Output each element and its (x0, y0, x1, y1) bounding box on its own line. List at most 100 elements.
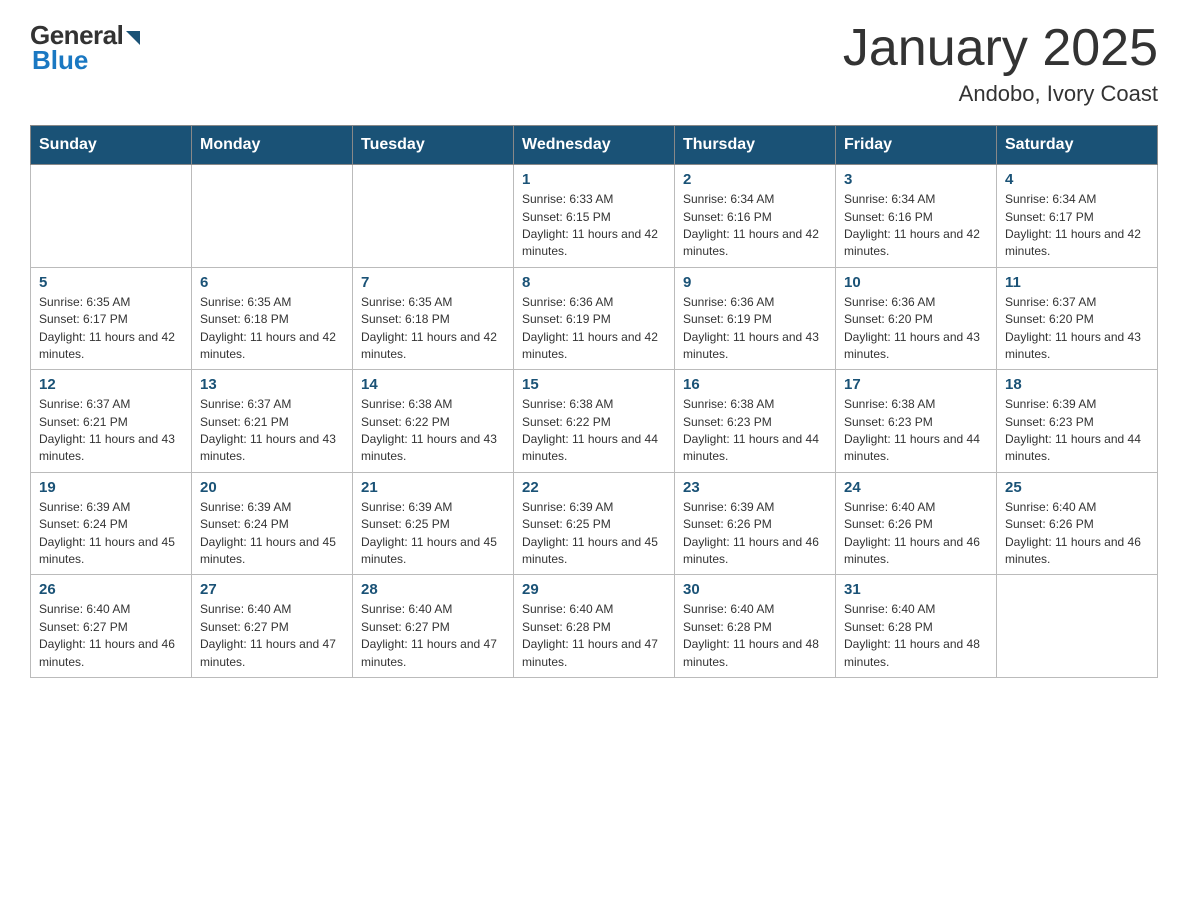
day-number: 8 (522, 274, 666, 291)
calendar-cell: 6Sunrise: 6:35 AMSunset: 6:18 PMDaylight… (192, 267, 353, 370)
day-number: 26 (39, 581, 183, 598)
day-number: 30 (683, 581, 827, 598)
title-area: January 2025 Andobo, Ivory Coast (843, 20, 1158, 107)
day-info: Sunrise: 6:39 AMSunset: 6:26 PMDaylight:… (683, 499, 827, 569)
day-number: 15 (522, 376, 666, 393)
day-number: 27 (200, 581, 344, 598)
calendar-cell (353, 165, 514, 268)
calendar-cell: 30 Sunrise: 6:40 AMSunset: 6:28 PMDayligh… (675, 575, 836, 678)
day-info: Sunrise: 6:36 AMSunset: 6:19 PMDaylight:… (522, 294, 666, 364)
day-number: 13 (200, 376, 344, 393)
day-info: Sunrise: 6:40 AMSunset: 6:26 PMDaylight:… (1005, 499, 1149, 569)
day-info: Sunrise: 6:37 AMSunset: 6:20 PMDaylight:… (1005, 294, 1149, 364)
month-title: January 2025 (843, 20, 1158, 77)
calendar-cell: 3 Sunrise: 6:34 AMSunset: 6:16 PMDaylight… (836, 165, 997, 268)
day-info: Sunrise: 6:39 AMSunset: 6:23 PMDaylight:… (1005, 396, 1149, 466)
calendar-cell: 29 Sunrise: 6:40 AMSunset: 6:28 PMDayligh… (514, 575, 675, 678)
day-number: 10 (844, 274, 988, 291)
day-number: 5 (39, 274, 183, 291)
day-number: 29 (522, 581, 666, 598)
day-info: Sunrise: 6:38 AMSunset: 6:23 PMDaylight:… (844, 396, 988, 466)
day-info: Sunrise: 6:38 AMSunset: 6:23 PMDaylight:… (683, 396, 827, 466)
day-number: 12 (39, 376, 183, 393)
calendar-cell: 5Sunrise: 6:35 AMSunset: 6:17 PMDaylight… (31, 267, 192, 370)
calendar-cell: 11 Sunrise: 6:37 AMSunset: 6:20 PMDayligh… (997, 267, 1158, 370)
calendar-cell: 20Sunrise: 6:39 AMSunset: 6:24 PMDayligh… (192, 472, 353, 575)
calendar-cell (192, 165, 353, 268)
day-number: 22 (522, 479, 666, 496)
day-number: 4 (1005, 171, 1149, 188)
day-number: 21 (361, 479, 505, 496)
logo-arrow-icon (126, 31, 140, 45)
calendar-cell: 25 Sunrise: 6:40 AMSunset: 6:26 PMDayligh… (997, 472, 1158, 575)
day-info: Sunrise: 6:34 AMSunset: 6:16 PMDaylight:… (844, 191, 988, 261)
day-number: 2 (683, 171, 827, 188)
calendar-cell: 16 Sunrise: 6:38 AMSunset: 6:23 PMDayligh… (675, 370, 836, 473)
weekday-header-monday: Monday (192, 126, 353, 165)
calendar-cell: 15 Sunrise: 6:38 AMSunset: 6:22 PMDayligh… (514, 370, 675, 473)
logo-blue-text: Blue (30, 45, 88, 76)
day-info: Sunrise: 6:37 AMSunset: 6:21 PMDaylight:… (200, 396, 344, 466)
day-number: 17 (844, 376, 988, 393)
page-header: General Blue January 2025 Andobo, Ivory … (30, 20, 1158, 107)
day-number: 9 (683, 274, 827, 291)
calendar-cell: 12Sunrise: 6:37 AMSunset: 6:21 PMDayligh… (31, 370, 192, 473)
calendar-cell: 1Sunrise: 6:33 AMSunset: 6:15 PMDaylight… (514, 165, 675, 268)
day-number: 24 (844, 479, 988, 496)
calendar-cell: 9 Sunrise: 6:36 AMSunset: 6:19 PMDaylight… (675, 267, 836, 370)
calendar-week-row: 1Sunrise: 6:33 AMSunset: 6:15 PMDaylight… (31, 165, 1158, 268)
day-info: Sunrise: 6:39 AMSunset: 6:25 PMDaylight:… (522, 499, 666, 569)
calendar-cell: 22 Sunrise: 6:39 AMSunset: 6:25 PMDayligh… (514, 472, 675, 575)
calendar-cell: 27 Sunrise: 6:40 AMSunset: 6:27 PMDayligh… (192, 575, 353, 678)
weekday-header-tuesday: Tuesday (353, 126, 514, 165)
calendar-week-row: 19Sunrise: 6:39 AMSunset: 6:24 PMDayligh… (31, 472, 1158, 575)
weekday-header-thursday: Thursday (675, 126, 836, 165)
day-info: Sunrise: 6:34 AMSunset: 6:17 PMDaylight:… (1005, 191, 1149, 261)
day-info: Sunrise: 6:40 AMSunset: 6:28 PMDaylight:… (522, 601, 666, 671)
day-number: 18 (1005, 376, 1149, 393)
weekday-header-friday: Friday (836, 126, 997, 165)
calendar-cell (997, 575, 1158, 678)
calendar-cell: 31 Sunrise: 6:40 AMSunset: 6:28 PMDayligh… (836, 575, 997, 678)
calendar-cell: 24Sunrise: 6:40 AMSunset: 6:26 PMDayligh… (836, 472, 997, 575)
calendar-cell (31, 165, 192, 268)
day-number: 23 (683, 479, 827, 496)
calendar-cell: 7 Sunrise: 6:35 AMSunset: 6:18 PMDaylight… (353, 267, 514, 370)
day-number: 16 (683, 376, 827, 393)
calendar-cell: 10 Sunrise: 6:36 AMSunset: 6:20 PMDayligh… (836, 267, 997, 370)
day-info: Sunrise: 6:39 AMSunset: 6:24 PMDaylight:… (200, 499, 344, 569)
day-info: Sunrise: 6:34 AMSunset: 6:16 PMDaylight:… (683, 191, 827, 261)
day-number: 1 (522, 171, 666, 188)
calendar-cell: 2 Sunrise: 6:34 AMSunset: 6:16 PMDaylight… (675, 165, 836, 268)
day-info: Sunrise: 6:35 AMSunset: 6:18 PMDaylight:… (361, 294, 505, 364)
day-info: Sunrise: 6:40 AMSunset: 6:27 PMDaylight:… (361, 601, 505, 671)
day-info: Sunrise: 6:40 AMSunset: 6:28 PMDaylight:… (683, 601, 827, 671)
calendar-table: SundayMondayTuesdayWednesdayThursdayFrid… (30, 125, 1158, 678)
weekday-header-sunday: Sunday (31, 126, 192, 165)
calendar-cell: 21 Sunrise: 6:39 AMSunset: 6:25 PMDayligh… (353, 472, 514, 575)
day-number: 7 (361, 274, 505, 291)
logo: General Blue (30, 20, 140, 76)
day-number: 11 (1005, 274, 1149, 291)
day-number: 25 (1005, 479, 1149, 496)
day-info: Sunrise: 6:38 AMSunset: 6:22 PMDaylight:… (522, 396, 666, 466)
day-info: Sunrise: 6:40 AMSunset: 6:27 PMDaylight:… (200, 601, 344, 671)
calendar-cell: 19Sunrise: 6:39 AMSunset: 6:24 PMDayligh… (31, 472, 192, 575)
calendar-cell: 23 Sunrise: 6:39 AMSunset: 6:26 PMDayligh… (675, 472, 836, 575)
day-info: Sunrise: 6:38 AMSunset: 6:22 PMDaylight:… (361, 396, 505, 466)
weekday-header-saturday: Saturday (997, 126, 1158, 165)
calendar-week-row: 26 Sunrise: 6:40 AMSunset: 6:27 PMDayligh… (31, 575, 1158, 678)
day-number: 31 (844, 581, 988, 598)
calendar-cell: 18 Sunrise: 6:39 AMSunset: 6:23 PMDayligh… (997, 370, 1158, 473)
day-info: Sunrise: 6:40 AMSunset: 6:27 PMDaylight:… (39, 601, 183, 671)
day-info: Sunrise: 6:39 AMSunset: 6:25 PMDaylight:… (361, 499, 505, 569)
day-info: Sunrise: 6:36 AMSunset: 6:19 PMDaylight:… (683, 294, 827, 364)
location-subtitle: Andobo, Ivory Coast (843, 81, 1158, 107)
calendar-cell: 14Sunrise: 6:38 AMSunset: 6:22 PMDayligh… (353, 370, 514, 473)
day-number: 28 (361, 581, 505, 598)
day-info: Sunrise: 6:40 AMSunset: 6:28 PMDaylight:… (844, 601, 988, 671)
day-number: 3 (844, 171, 988, 188)
day-info: Sunrise: 6:36 AMSunset: 6:20 PMDaylight:… (844, 294, 988, 364)
calendar-cell: 26 Sunrise: 6:40 AMSunset: 6:27 PMDayligh… (31, 575, 192, 678)
calendar-week-row: 12 Sunrise: 6:37 AMSunset: 6:21 PMDayligh… (31, 370, 1158, 473)
